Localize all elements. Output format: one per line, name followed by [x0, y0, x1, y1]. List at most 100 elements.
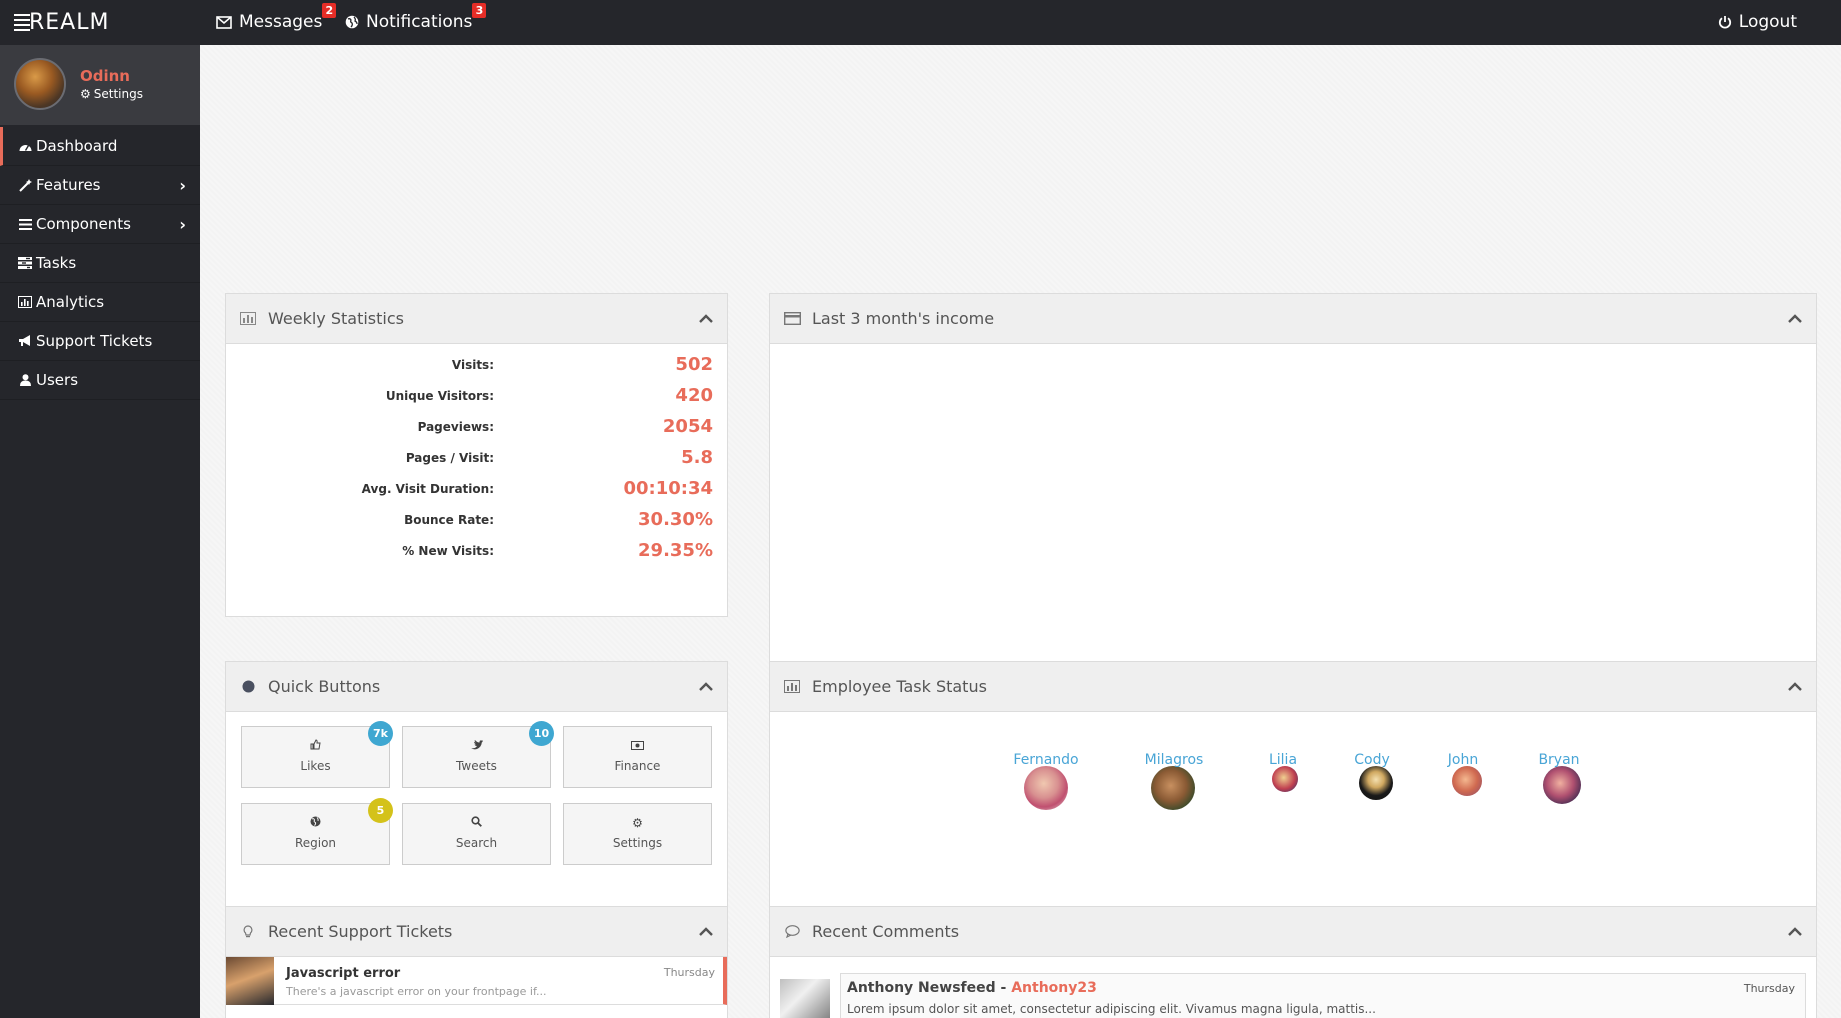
sidebar-item-tasks[interactable]: Tasks [0, 244, 200, 283]
employee-name[interactable]: Lilia [1255, 752, 1311, 768]
sidebar: Odinn ⚙ Settings Dashboard Features › Co… [0, 45, 200, 1018]
dashboard-icon [17, 141, 33, 152]
bar-chart-icon [239, 312, 257, 325]
sidebar-item-label: Features [36, 176, 101, 194]
comment-icon [783, 925, 801, 938]
sidebar-item-features[interactable]: Features › [0, 166, 200, 205]
comment-author-handle[interactable]: Anthony23 [1011, 980, 1097, 996]
likes-button[interactable]: Likes 7k [241, 721, 393, 788]
panel-header: Weekly Statistics [226, 294, 727, 344]
user-settings-label: Settings [93, 87, 143, 101]
employee-name[interactable]: John [1435, 752, 1491, 768]
money-icon [564, 739, 711, 753]
sidebar-item-components[interactable]: Components › [0, 205, 200, 244]
stat-label: Pages / Visit: [405, 450, 494, 465]
comment-text: Lorem ipsum dolor sit amet, consectetur … [847, 1002, 1376, 1016]
logout-button[interactable]: Logout [1718, 8, 1797, 36]
ticket-description: There's a javascript error on your front… [286, 985, 547, 998]
panel-header: Last 3 month's income [770, 294, 1816, 344]
chevron-up-icon[interactable] [1788, 308, 1802, 327]
panel-title: Weekly Statistics [268, 309, 404, 328]
bar-chart-icon [17, 296, 33, 308]
recent-comments-panel: Recent Comments Anthony Newsfeed - Antho… [769, 906, 1817, 1018]
hamburger-icon [14, 13, 30, 31]
recent-support-tickets-panel: Recent Support Tickets Javascript error … [225, 906, 728, 1018]
sidebar-item-label: Users [36, 371, 79, 389]
messages-link[interactable]: Messages 2 [216, 3, 337, 36]
sidebar-item-dashboard[interactable]: Dashboard [0, 127, 200, 166]
employee-item[interactable]: Bryan [1529, 752, 1589, 804]
income-panel: Last 3 month's income [769, 293, 1817, 681]
cogs-icon: ⚙ [632, 816, 643, 830]
stat-label: Unique Visitors: [385, 388, 494, 403]
employee-avatar [1452, 766, 1482, 796]
main-content: Weekly Statistics Visits: 502 Unique Visi… [200, 45, 1841, 1018]
chevron-up-icon[interactable] [699, 308, 713, 327]
employee-item[interactable]: Milagros [1138, 752, 1210, 810]
ticket-date: Thursday [663, 966, 715, 979]
panel-header: Recent Comments [770, 907, 1816, 957]
quick-button-label: Search [455, 836, 498, 850]
brand-name: REALM [29, 9, 110, 35]
comment-box[interactable]: Anthony Newsfeed - Anthony23 Thursday Lo… [840, 973, 1806, 1018]
finance-button[interactable]: Finance [563, 726, 712, 788]
employee-item[interactable]: Fernando [1010, 752, 1082, 810]
region-button[interactable]: Region 5 [241, 798, 393, 865]
bullhorn-icon [17, 335, 33, 347]
employee-name[interactable]: Bryan [1529, 752, 1589, 768]
wand-icon [17, 178, 33, 192]
bar-chart-icon [783, 680, 801, 693]
comment-author: Anthony Newsfeed - Anthony23 [847, 980, 1097, 996]
globe-icon [345, 15, 359, 29]
weekly-statistics-panel: Weekly Statistics Visits: 502 Unique Visi… [225, 293, 728, 617]
tweets-button[interactable]: Tweets 10 [402, 721, 554, 788]
quick-buttons-panel: Quick Buttons Likes 7k Tweets 10 Finance… [225, 661, 728, 926]
employee-name[interactable]: Fernando [1010, 752, 1082, 768]
user-icon [17, 374, 33, 386]
top-navbar: REALM Messages 2 Notifications 3 Logout [0, 0, 1841, 45]
brand-logo[interactable]: REALM [14, 9, 109, 35]
employee-item[interactable]: John [1435, 752, 1491, 796]
tasks-icon [17, 257, 33, 269]
chevron-right-icon: › [179, 214, 186, 234]
stat-value: 00:10:34 [623, 478, 713, 499]
ticket-title[interactable]: Javascript error [286, 966, 400, 981]
chevron-up-icon[interactable] [699, 676, 713, 695]
user-avatar[interactable] [14, 58, 66, 110]
quick-button-label: Likes [300, 759, 331, 773]
stat-value: 502 [675, 354, 713, 375]
region-count-badge: 5 [368, 798, 393, 823]
panel-header: Employee Task Status [770, 662, 1816, 712]
power-icon [1718, 16, 1731, 29]
chevron-up-icon[interactable] [699, 921, 713, 940]
stat-value: 5.8 [681, 447, 713, 468]
likes-count-badge: 7k [368, 721, 393, 746]
globe-icon [242, 816, 389, 830]
sidebar-item-label: Analytics [36, 293, 105, 311]
messages-label: Messages [239, 12, 323, 32]
notifications-count-badge: 3 [472, 3, 487, 18]
list-icon [17, 218, 33, 230]
search-button[interactable]: Search [402, 803, 551, 865]
chevron-up-icon[interactable] [1788, 676, 1802, 695]
employee-item[interactable]: Cody [1344, 752, 1400, 800]
sidebar-item-users[interactable]: Users [0, 361, 200, 400]
sidebar-item-support-tickets[interactable]: Support Tickets [0, 322, 200, 361]
stats-list: Visits: 502 Unique Visitors: 420 Pageviews… [226, 344, 727, 566]
quick-button-label: Finance [614, 759, 661, 773]
stat-value: 30.30% [638, 509, 713, 530]
ticket-row[interactable]: Javascript error There's a javascript er… [226, 957, 727, 1005]
user-settings-link[interactable]: ⚙ Settings [80, 87, 143, 101]
employee-name[interactable]: Cody [1344, 752, 1400, 768]
user-name[interactable]: Odinn [80, 67, 130, 85]
income-chart-area [770, 344, 1816, 680]
gear-icon: ⚙ [80, 87, 91, 101]
sidebar-item-analytics[interactable]: Analytics [0, 283, 200, 322]
settings-button[interactable]: ⚙ Settings [563, 803, 712, 865]
employee-item[interactable]: Lilia [1255, 752, 1311, 792]
employee-name[interactable]: Milagros [1138, 752, 1210, 768]
notifications-link[interactable]: Notifications 3 [345, 3, 487, 36]
thumbs-up-icon [242, 739, 389, 753]
chevron-up-icon[interactable] [1788, 921, 1802, 940]
stat-row: Bounce Rate: 30.30% [226, 504, 727, 535]
